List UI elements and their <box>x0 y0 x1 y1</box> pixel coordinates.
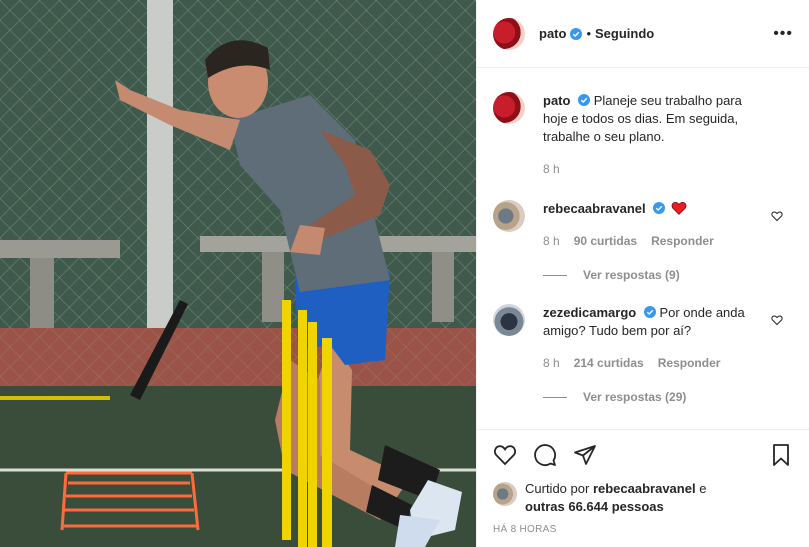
comment-item: zezedicamargo Por onde anda amigo? Tudo … <box>493 304 793 372</box>
post-image <box>0 0 476 547</box>
view-replies-button[interactable]: Ver respostas (29) <box>543 390 793 404</box>
caption-text: Planeje seu trabalho para hoje e todos o… <box>543 93 742 144</box>
bookmark-icon[interactable] <box>769 443 793 467</box>
verified-icon <box>643 306 656 318</box>
heart-icon[interactable] <box>493 443 517 467</box>
caption-avatar[interactable] <box>493 92 525 124</box>
post-caption: pato Planeje seu trabalho para hoje e to… <box>493 92 793 178</box>
heart-emoji <box>671 202 687 215</box>
comment-time[interactable]: 8 h <box>543 232 560 250</box>
comments-list[interactable]: pato Planeje seu trabalho para hoje e to… <box>477 68 809 430</box>
comment-icon[interactable] <box>533 443 557 467</box>
view-replies-label: Ver respostas (9) <box>583 268 680 282</box>
liked-by-others[interactable]: outras 66.644 pessoas <box>525 499 664 514</box>
comment-username[interactable]: rebecaabravanel <box>543 201 646 216</box>
author-username[interactable]: pato <box>539 26 566 41</box>
verified-icon <box>570 27 583 40</box>
comment-item: rebecaabravanel 8 h 90 curtidas Responde… <box>493 200 793 250</box>
like-comment-icon[interactable] <box>771 210 783 222</box>
reply-button[interactable]: Responder <box>658 354 721 372</box>
liked-by-prefix: Curtido por <box>525 481 590 496</box>
verified-icon <box>653 202 666 214</box>
commenter-avatar[interactable] <box>493 200 525 232</box>
liked-by-avatar[interactable] <box>493 482 517 506</box>
replies-divider <box>543 274 567 276</box>
caption-username[interactable]: pato <box>543 93 570 108</box>
like-comment-icon[interactable] <box>771 314 783 326</box>
verified-icon <box>578 94 591 106</box>
replies-divider <box>543 396 567 398</box>
comment-likes[interactable]: 214 curtidas <box>574 354 644 372</box>
comment-time[interactable]: 8 h <box>543 354 560 372</box>
liked-by-conj: e <box>699 481 707 496</box>
separator-dot: • <box>586 26 592 41</box>
caption-time[interactable]: 8 h <box>543 160 560 178</box>
post-photo[interactable] <box>0 0 476 547</box>
follow-button[interactable]: Seguindo <box>595 26 654 41</box>
action-bar <box>477 430 809 480</box>
view-replies-button[interactable]: Ver respostas (9) <box>543 268 793 282</box>
comment-username[interactable]: zezedicamargo <box>543 305 636 320</box>
commenter-avatar[interactable] <box>493 304 525 336</box>
post-header: pato • Seguindo ••• <box>477 0 809 68</box>
liked-by-section: Curtido por rebecaabravanel e outras 66.… <box>477 480 809 516</box>
liked-by-user[interactable]: rebecaabravanel <box>593 481 696 496</box>
post-details-panel: pato • Seguindo ••• pato Planeje seu tra… <box>476 0 809 547</box>
author-avatar[interactable] <box>493 17 525 50</box>
view-replies-label: Ver respostas (29) <box>583 390 687 404</box>
share-icon[interactable] <box>573 443 597 467</box>
reply-button[interactable]: Responder <box>651 232 714 250</box>
comment-likes[interactable]: 90 curtidas <box>574 232 637 250</box>
more-icon[interactable]: ••• <box>773 25 793 43</box>
post-timestamp[interactable]: HÁ 8 HORAS <box>477 516 809 535</box>
